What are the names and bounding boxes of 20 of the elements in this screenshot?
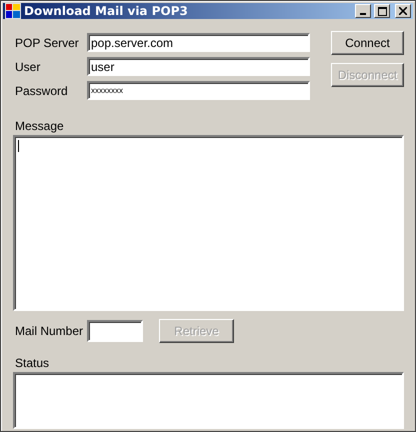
maximize-button[interactable] — [374, 4, 390, 18]
field-label: POP Server — [14, 36, 80, 50]
app-icon — [5, 3, 21, 19]
field-label: User — [14, 60, 42, 74]
input-field[interactable]: pop.server.com — [87, 33, 310, 52]
minimize-button[interactable] — [355, 4, 371, 18]
connect-button[interactable]: Connect — [331, 31, 404, 55]
message-label: Message — [15, 119, 64, 133]
window-title: Download Mail via POP3 — [24, 4, 189, 18]
field-label: Mail Number — [14, 324, 84, 338]
input-field[interactable] — [87, 320, 143, 342]
close-button[interactable] — [395, 4, 411, 18]
field-label: Password — [14, 84, 69, 98]
password-field[interactable]: xxxxxxxx — [87, 81, 310, 100]
message-box[interactable] — [13, 135, 404, 311]
text-cursor — [18, 140, 19, 152]
status-label: Status — [15, 356, 50, 370]
close-icon — [399, 7, 407, 15]
maximize-icon — [378, 6, 386, 16]
input-field[interactable]: user — [87, 57, 310, 76]
